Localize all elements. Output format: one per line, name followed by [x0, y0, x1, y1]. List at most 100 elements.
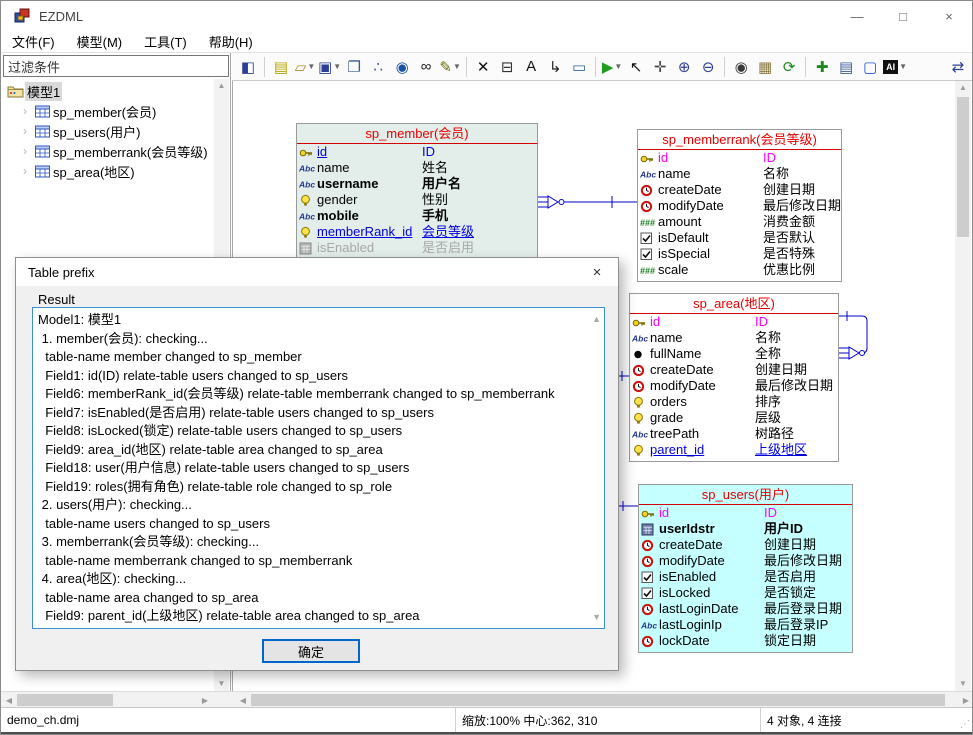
resize-grip[interactable]: ⋰ [960, 719, 970, 730]
sync-panel-icon[interactable]: ⇄ [947, 56, 969, 78]
menu-item[interactable]: 模型(M) [66, 31, 134, 52]
entity-table-sp_area[interactable]: sp_area(地区)idIDAbcname名称fullName全称create… [629, 293, 839, 462]
field-row[interactable]: idID [630, 314, 838, 330]
result-textarea[interactable]: ▲ ▼ Model1: 模型1 1. member(会员): checking.… [32, 307, 605, 629]
entity-table-sp_member[interactable]: sp_member(会员)idIDAbcname姓名Abcusername用户名… [296, 123, 538, 260]
entity-table-sp_users[interactable]: sp_users(用户)idIDuserIdstr用户IDcreateDate创… [638, 484, 853, 653]
scroll-right-icon[interactable]: ▶ [197, 692, 213, 708]
field-row[interactable]: modifyDate最后修改日期 [630, 378, 838, 394]
scroll-down-icon[interactable]: ▼ [959, 677, 967, 691]
toggle-sidebar-icon[interactable]: ◧ [237, 56, 259, 78]
scroll-left-icon[interactable]: ◀ [1, 692, 17, 708]
field-row[interactable]: modifyDate最后修改日期 [639, 553, 852, 569]
fit-selection-icon[interactable]: ▢ [859, 56, 881, 78]
chevron-right-icon[interactable]: › [23, 144, 35, 158]
scroll-up-icon[interactable]: ▲ [592, 310, 601, 329]
field-row[interactable]: gender性别 [297, 192, 537, 208]
field-row[interactable]: fullName全称 [630, 346, 838, 362]
chevron-right-icon[interactable]: › [23, 124, 35, 138]
scroll-up-icon[interactable]: ▲ [218, 79, 226, 93]
menu-item[interactable]: 文件(F) [1, 31, 66, 52]
field-row[interactable]: createDate创建日期 [630, 362, 838, 378]
select-cursor-icon[interactable]: ↖ [625, 56, 647, 78]
find-icon[interactable]: ∞ [415, 56, 437, 78]
dropdown-caret-icon[interactable]: ▼ [333, 62, 341, 71]
connector-icon[interactable]: ↳ [544, 56, 566, 78]
field-row[interactable]: lastLoginDate最后登录日期 [639, 601, 852, 617]
field-row[interactable]: idID [638, 150, 841, 166]
new-table-icon[interactable]: ⊟ [496, 56, 518, 78]
add-tool-icon[interactable]: ✚ [811, 56, 833, 78]
filter-input[interactable]: 过滤条件 [3, 55, 229, 77]
dialog-title-bar[interactable]: Table prefix × [16, 258, 618, 286]
field-row[interactable]: ###scale优惠比例 [638, 262, 841, 278]
field-row[interactable]: Abcname姓名 [297, 160, 537, 176]
frame-icon[interactable]: ▭ [568, 56, 590, 78]
canvas-hscrollbar-thumb[interactable] [251, 694, 945, 706]
ok-button[interactable]: 确定 [262, 639, 360, 663]
field-row[interactable]: userIdstr用户ID [639, 521, 852, 537]
tree-item-sp_area[interactable]: ›sp_area(地区) [1, 161, 213, 181]
field-row[interactable]: createDate创建日期 [639, 537, 852, 553]
field-row[interactable]: grade层级 [630, 410, 838, 426]
scroll-down-icon[interactable]: ▼ [592, 608, 601, 627]
field-row[interactable]: parent_id上级地区 [630, 442, 838, 458]
field-row[interactable]: modifyDate最后修改日期 [638, 198, 841, 214]
field-row[interactable]: memberRank_id会员等级 [297, 224, 537, 240]
field-row[interactable]: lockDate锁定日期 [639, 633, 852, 649]
field-row[interactable]: Abcname名称 [630, 330, 838, 346]
field-row[interactable]: isEnabled是否启用 [639, 569, 852, 585]
tree-item-sp_member[interactable]: ›sp_member(会员) [1, 101, 213, 121]
chevron-right-icon[interactable]: › [23, 104, 35, 118]
auto-arrange-icon[interactable]: ∴ [367, 56, 389, 78]
menu-item[interactable]: 帮助(H) [198, 31, 264, 52]
pan-hand-icon[interactable]: ✛ [649, 56, 671, 78]
zoom-in-icon[interactable]: ⊕ [673, 56, 695, 78]
minimize-button[interactable]: — [834, 1, 880, 31]
scrollbar-thumb[interactable] [957, 97, 969, 237]
field-row[interactable]: idID [297, 144, 537, 160]
field-row[interactable]: AbclastLoginIp最后登录IP [639, 617, 852, 633]
tree-item-sp_users[interactable]: ›sp_users(用户) [1, 121, 213, 141]
menu-item[interactable]: 工具(T) [133, 31, 198, 52]
scroll-up-icon[interactable]: ▲ [959, 81, 967, 95]
entity-table-sp_memberrank[interactable]: sp_memberrank(会员等级)idIDAbcname名称createDa… [637, 129, 842, 282]
chevron-right-icon[interactable]: › [23, 164, 35, 178]
dropdown-caret-icon[interactable]: ▼ [453, 62, 461, 71]
field-row[interactable]: ###amount消费金额 [638, 214, 841, 230]
open-file-icon[interactable]: ▱▼ [294, 56, 316, 78]
scroll-right-icon[interactable]: ▶ [958, 692, 973, 708]
field-row[interactable]: isLocked是否锁定 [639, 585, 852, 601]
field-row[interactable]: createDate创建日期 [638, 182, 841, 198]
new-file-icon[interactable]: ▤ [270, 56, 292, 78]
dropdown-caret-icon[interactable]: ▼ [899, 62, 907, 71]
run-icon[interactable]: ▶▼ [601, 56, 623, 78]
field-row[interactable]: Abcmobile手机 [297, 208, 537, 224]
field-row[interactable]: idID [639, 505, 852, 521]
dropdown-caret-icon[interactable]: ▼ [307, 62, 315, 71]
tree-root-model[interactable]: 模型1 [1, 81, 213, 101]
ai-icon[interactable]: AI▼ [883, 56, 907, 78]
properties-icon[interactable]: ▤ [835, 56, 857, 78]
field-row[interactable]: isSpecial是否特殊 [638, 246, 841, 262]
field-row[interactable]: Abcname名称 [638, 166, 841, 182]
save-icon[interactable]: ▣▼ [318, 56, 341, 78]
snapshot-icon[interactable]: ◉ [730, 56, 752, 78]
dialog-close-button[interactable]: × [576, 258, 618, 286]
scroll-left-icon[interactable]: ◀ [235, 692, 251, 708]
browse-web-icon[interactable]: ◉ [391, 56, 413, 78]
zoom-out-icon[interactable]: ⊖ [697, 56, 719, 78]
dropdown-caret-icon[interactable]: ▼ [614, 62, 622, 71]
field-row[interactable]: AbctreePath树路径 [630, 426, 838, 442]
scroll-down-icon[interactable]: ▼ [218, 677, 226, 691]
edit-pencil-icon[interactable]: ✎▼ [439, 56, 461, 78]
maximize-button[interactable]: □ [880, 1, 926, 31]
canvas-vertical-scrollbar[interactable]: ▲ ▼ [955, 81, 971, 691]
tree-item-sp_memberrank[interactable]: ›sp_memberrank(会员等级) [1, 141, 213, 161]
field-row[interactable]: isEnabled是否启用 [297, 240, 537, 256]
export-image-icon[interactable]: ▦ [754, 56, 776, 78]
close-button[interactable]: × [926, 1, 972, 31]
delete-icon[interactable]: ✕ [472, 56, 494, 78]
tree-hscrollbar-thumb[interactable] [17, 694, 113, 706]
copy-model-icon[interactable]: ❐ [343, 56, 365, 78]
